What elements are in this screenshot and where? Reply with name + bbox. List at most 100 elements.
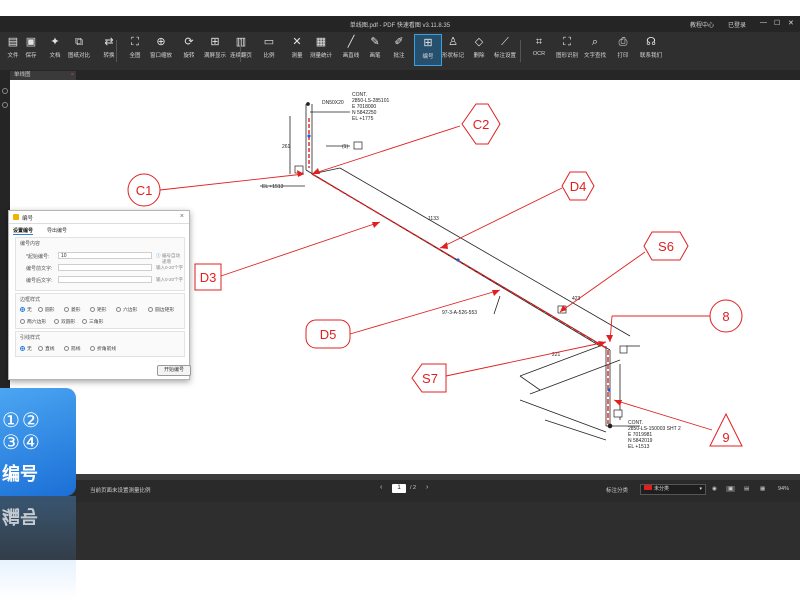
callout-9: 9	[722, 430, 729, 445]
radio-leader-none[interactable]: 无	[20, 345, 32, 352]
suffix-input[interactable]	[58, 276, 152, 283]
toolbar-label: 保存	[25, 53, 37, 59]
toolbar-button-markup-settings[interactable]: ⟋ 标注设置	[492, 34, 518, 64]
red-swatch	[644, 485, 652, 490]
toolbar-button-pen[interactable]: ✎ 画笔	[362, 34, 388, 64]
maximize-button[interactable]: ☐	[774, 19, 780, 27]
toolbar-button-ocr[interactable]: ⌗ OCR	[526, 34, 552, 64]
toolbar-button-zoom[interactable]: ⊕ 窗口缩放	[148, 34, 174, 64]
prev-page-icon[interactable]: ‹	[380, 484, 382, 491]
dialog-title: 编号	[22, 216, 34, 222]
start-hint: 编号自动递增	[162, 253, 180, 264]
toolbar-button-save[interactable]: ▣ 保存	[18, 34, 44, 64]
section-title: 引线样式	[20, 335, 41, 341]
toolbar-button-measure[interactable]: ✕ 测量	[284, 34, 310, 64]
toolbar-button-pages[interactable]: ▥连续翻页	[228, 34, 254, 64]
radio-border-none[interactable]: 无	[20, 306, 32, 313]
eye-icon[interactable]: ◉	[712, 486, 717, 492]
markup-settings-icon: ⟋	[501, 36, 509, 48]
zoom-level[interactable]: 94%	[778, 486, 789, 492]
start-number-input[interactable]: 10	[58, 252, 152, 259]
toolbar-button-stats[interactable]: ▦ 测量统计	[308, 34, 334, 64]
page-number-input[interactable]: 1	[392, 484, 406, 493]
bookmark-icon[interactable]	[2, 102, 8, 108]
view-single-icon[interactable]: ▣	[726, 486, 736, 492]
radio-border-rect[interactable]: 矩形	[90, 306, 107, 313]
badge-label: 编号	[2, 464, 38, 484]
toolbar-button-eraser[interactable]: ◇ 删除	[466, 34, 492, 64]
fit-icon: ⛶	[131, 36, 139, 48]
red-highlight	[308, 118, 609, 424]
blue-dots	[307, 134, 611, 392]
dialog-close-icon[interactable]: ×	[180, 213, 184, 220]
radio-border-circle[interactable]: 圆形	[38, 306, 55, 313]
toolbar-button-print[interactable]: ⎙ 打印	[610, 34, 636, 64]
tab-export-numbering[interactable]: 导出编号	[47, 227, 67, 234]
prefix-label: 编号前文字:	[26, 266, 53, 272]
numbering-icon: ⊞	[423, 37, 433, 49]
toolbar-button-compare[interactable]: ⧉ 图纸对比	[66, 34, 92, 64]
radio-leader-bent-arrow[interactable]: 折角箭线	[90, 345, 116, 352]
marker-1-text: (1)	[342, 144, 348, 150]
markup-class-select[interactable]: 未分类 ▾	[640, 484, 706, 495]
line-icon: ╱	[347, 36, 355, 48]
toolbar-button-rotate[interactable]: ⟳ 旋转	[176, 34, 202, 64]
thumbnail-icon[interactable]	[2, 88, 8, 94]
radio-border-double-hex[interactable]: 两六边形	[20, 318, 46, 325]
tab-label: 单线图	[14, 72, 31, 78]
horizontal-scrollbar[interactable]	[0, 474, 800, 480]
toolbar-label: 文档	[49, 53, 61, 59]
radio-leader-line[interactable]: 直线	[38, 345, 55, 352]
dim-1133-text: 1133	[428, 216, 439, 222]
pen-icon: ✎	[370, 36, 380, 48]
el-left-text: EL +1513	[262, 184, 284, 190]
pages-icon: ▥	[235, 36, 247, 48]
suffix-hint: 输入0-20个字	[156, 277, 184, 282]
toolbar-button-convert[interactable]: ⇄ 转换	[96, 34, 122, 64]
callout-shapes	[127, 103, 743, 447]
view-grid-icon[interactable]: ▦	[760, 486, 765, 492]
toolbar-button-document[interactable]: ✦ 文档	[42, 34, 68, 64]
page-total: / 2	[410, 485, 417, 491]
toolbar-label: 画笔	[369, 53, 381, 59]
close-window-button[interactable]: ✕	[788, 19, 794, 27]
toolbar-button-line[interactable]: ╱ 画直线	[338, 34, 364, 64]
tab-single-line-drawing[interactable]: 单线图 ×	[10, 71, 76, 80]
dim-261-text: 261	[282, 144, 291, 150]
section-title: 边框样式	[20, 297, 41, 303]
toolbar-label: 标注设置	[493, 53, 516, 59]
view-double-icon[interactable]: ▤	[744, 486, 749, 492]
help-center-link[interactable]: 教程中心	[690, 20, 714, 29]
recognize-icon: ⛶	[563, 36, 571, 48]
next-page-icon[interactable]: ›	[426, 484, 428, 491]
markup-class-value: 未分类	[654, 486, 670, 492]
toolbar-button-recognize[interactable]: ⛶ 图形识别	[554, 34, 580, 64]
radio-border-rounded-rect[interactable]: 圆边矩形	[148, 306, 174, 313]
info-icon: ⓘ	[156, 253, 161, 258]
toolbar-button-annotate[interactable]: ✐ 批注	[386, 34, 412, 64]
zoom-icon: ⊕	[156, 36, 166, 48]
radio-border-double-circle[interactable]: 双圆形	[54, 318, 75, 325]
minimize-button[interactable]: —	[760, 19, 767, 26]
toolbar-button-fit[interactable]: ⛶ 全图	[122, 34, 148, 64]
radio-leader-arrow[interactable]: 箭线	[64, 345, 81, 352]
toolbar-label: 图纸对比	[67, 53, 90, 59]
toolbar-button-headset[interactable]: ☊ 联系我们	[638, 34, 664, 64]
start-numbering-button[interactable]: 开始编号	[157, 365, 191, 376]
login-status[interactable]: 已登录	[728, 20, 746, 29]
radio-border-hexagon[interactable]: 六边形	[116, 306, 137, 313]
eraser-icon: ◇	[474, 36, 484, 48]
tab-close-icon[interactable]: ×	[71, 71, 74, 80]
toolbar-button-fullscreen[interactable]: ⊞ 满屏显示	[202, 34, 228, 64]
pipe-lines	[260, 104, 640, 441]
toolbar-label: 联系我们	[639, 53, 662, 59]
toolbar-button-numbering[interactable]: ⊞ 编号	[414, 34, 442, 66]
radio-border-diamond[interactable]: 菱形	[64, 306, 81, 313]
toolbar-button-ruler[interactable]: ▭ 比例	[256, 34, 282, 64]
toolbar-separator	[240, 40, 241, 62]
toolbar-button-shape[interactable]: ♙ 形状标记	[440, 34, 466, 64]
prefix-input[interactable]	[58, 264, 152, 271]
tab-set-numbering[interactable]: 设置编号	[13, 227, 34, 235]
radio-border-triangle[interactable]: 三角形	[82, 318, 103, 325]
toolbar-button-search[interactable]: ⌕ 文字查找	[582, 34, 608, 64]
